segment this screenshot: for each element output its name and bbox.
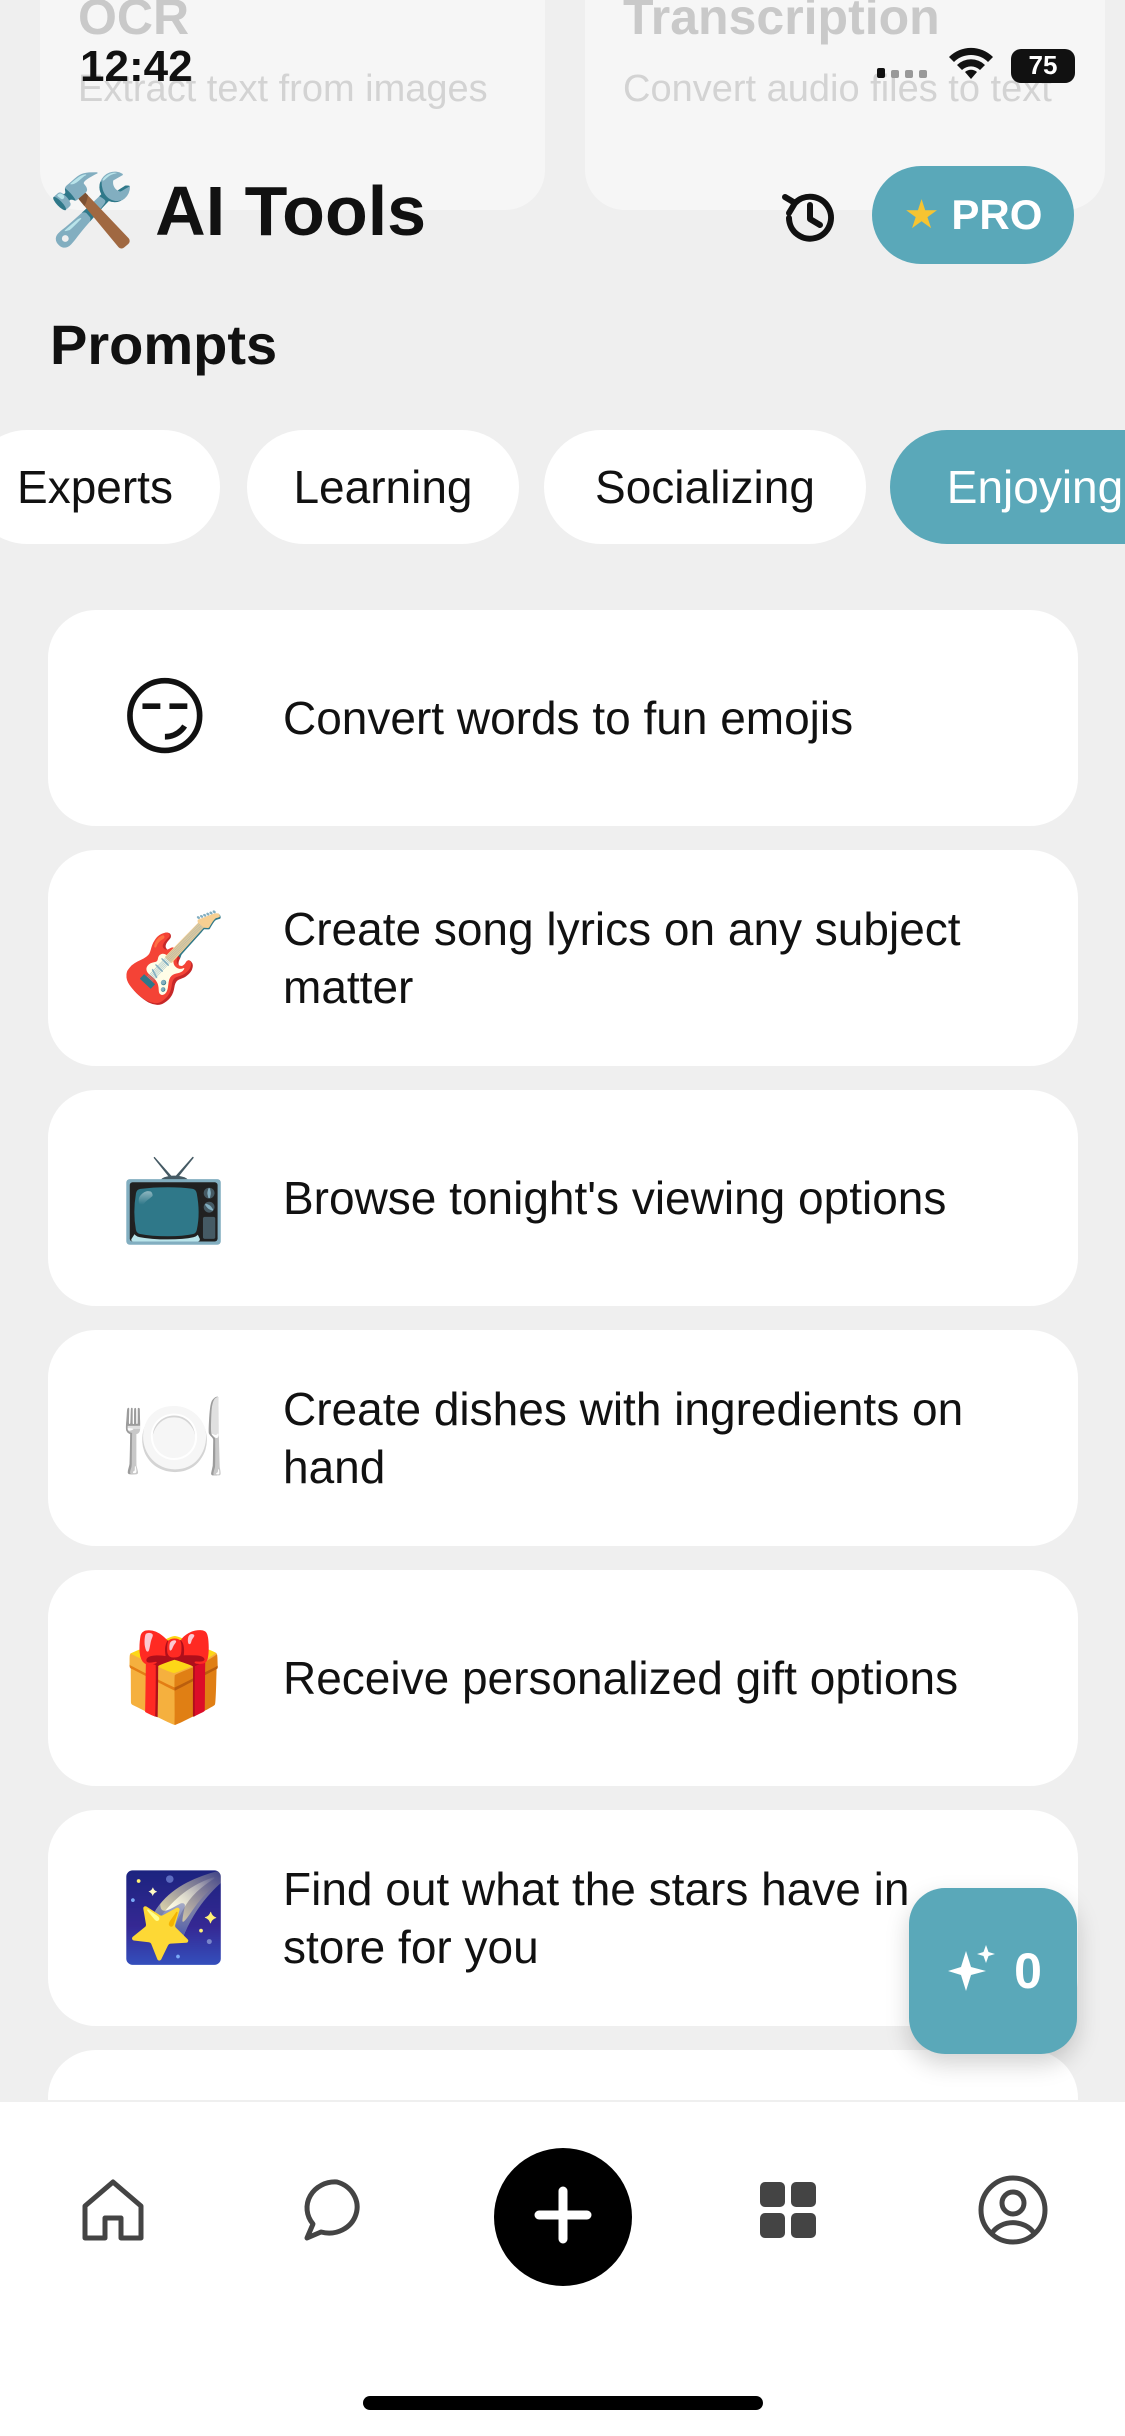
- prompt-text: Receive personalized gift options: [283, 1652, 959, 1704]
- chat-bubble-icon: [301, 2174, 373, 2251]
- credits-button[interactable]: 0: [909, 1888, 1077, 2054]
- chip-experts[interactable]: Experts: [0, 430, 220, 544]
- star-icon: ★: [903, 193, 940, 237]
- chip-socializing[interactable]: Socializing: [544, 430, 866, 544]
- guitar-emoji-icon: 🎸: [120, 910, 228, 1006]
- profile-icon: [976, 2173, 1050, 2252]
- prompt-card[interactable]: 😏 Convert words to fun emojis: [48, 610, 1078, 826]
- prompt-text: Convert words to fun emojis: [283, 692, 854, 744]
- tab-home[interactable]: [73, 2172, 153, 2252]
- history-icon: [775, 193, 845, 257]
- cellular-signal-icon: [875, 48, 931, 83]
- prompt-card[interactable]: 🎸 Create song lyrics on any subject matt…: [48, 850, 1078, 1066]
- pro-label: PRO: [951, 191, 1043, 238]
- plate-cutlery-emoji-icon: 🍽️: [120, 1390, 228, 1486]
- chip-learning[interactable]: Learning: [247, 430, 519, 544]
- chip-enjoying[interactable]: Enjoying: [890, 430, 1125, 544]
- home-indicator: [363, 2396, 763, 2410]
- tools-icon: 🛠️: [48, 171, 136, 249]
- prompt-list: 😏 Convert words to fun emojis 🎸 Create s…: [48, 610, 1078, 2100]
- status-icons: 75: [875, 45, 1075, 86]
- prompt-card[interactable]: 📺 Browse tonight's viewing options: [48, 1090, 1078, 1306]
- prompt-card[interactable]: [48, 2050, 1078, 2100]
- prompt-text: Create dishes with ingredients on hand: [283, 1383, 964, 1493]
- add-button[interactable]: [494, 2148, 632, 2286]
- television-emoji-icon: 📺: [120, 1150, 228, 1246]
- credits-count: 0: [1014, 1943, 1042, 1999]
- shooting-star-emoji-icon: 🌠: [120, 1870, 228, 1966]
- section-title: Prompts: [50, 313, 278, 376]
- prompt-card[interactable]: 🎁 Receive personalized gift options: [48, 1570, 1078, 1786]
- battery-indicator: 75: [1011, 48, 1075, 83]
- history-button[interactable]: [775, 183, 845, 253]
- tab-profile[interactable]: [973, 2172, 1053, 2252]
- prompt-text: Create song lyrics on any subject matter: [283, 903, 961, 1013]
- plus-icon: [531, 2183, 595, 2252]
- wifi-icon: [947, 45, 995, 86]
- app-header: 🛠️ AI Tools: [48, 170, 426, 252]
- grid-icon: [756, 2178, 820, 2247]
- pro-upgrade-button[interactable]: ★ PRO: [872, 166, 1074, 264]
- status-bar: 12:42 75: [0, 0, 1125, 120]
- tab-chat[interactable]: [297, 2172, 377, 2252]
- prompt-card[interactable]: 🍽️ Create dishes with ingredients on han…: [48, 1330, 1078, 1546]
- sparkles-icon: [944, 1941, 1000, 2002]
- tab-tools[interactable]: [748, 2172, 828, 2252]
- prompt-text: Browse tonight's viewing options: [283, 1172, 947, 1224]
- bottom-tab-bar: [0, 2102, 1125, 2436]
- page-title: AI Tools: [155, 172, 427, 250]
- smirk-emoji-icon: 😏: [120, 670, 210, 766]
- home-icon: [77, 2174, 149, 2251]
- status-time: 12:42: [80, 42, 193, 91]
- gift-emoji-icon: 🎁: [120, 1630, 228, 1726]
- category-chips: Experts Learning Socializing Enjoying: [0, 430, 1125, 546]
